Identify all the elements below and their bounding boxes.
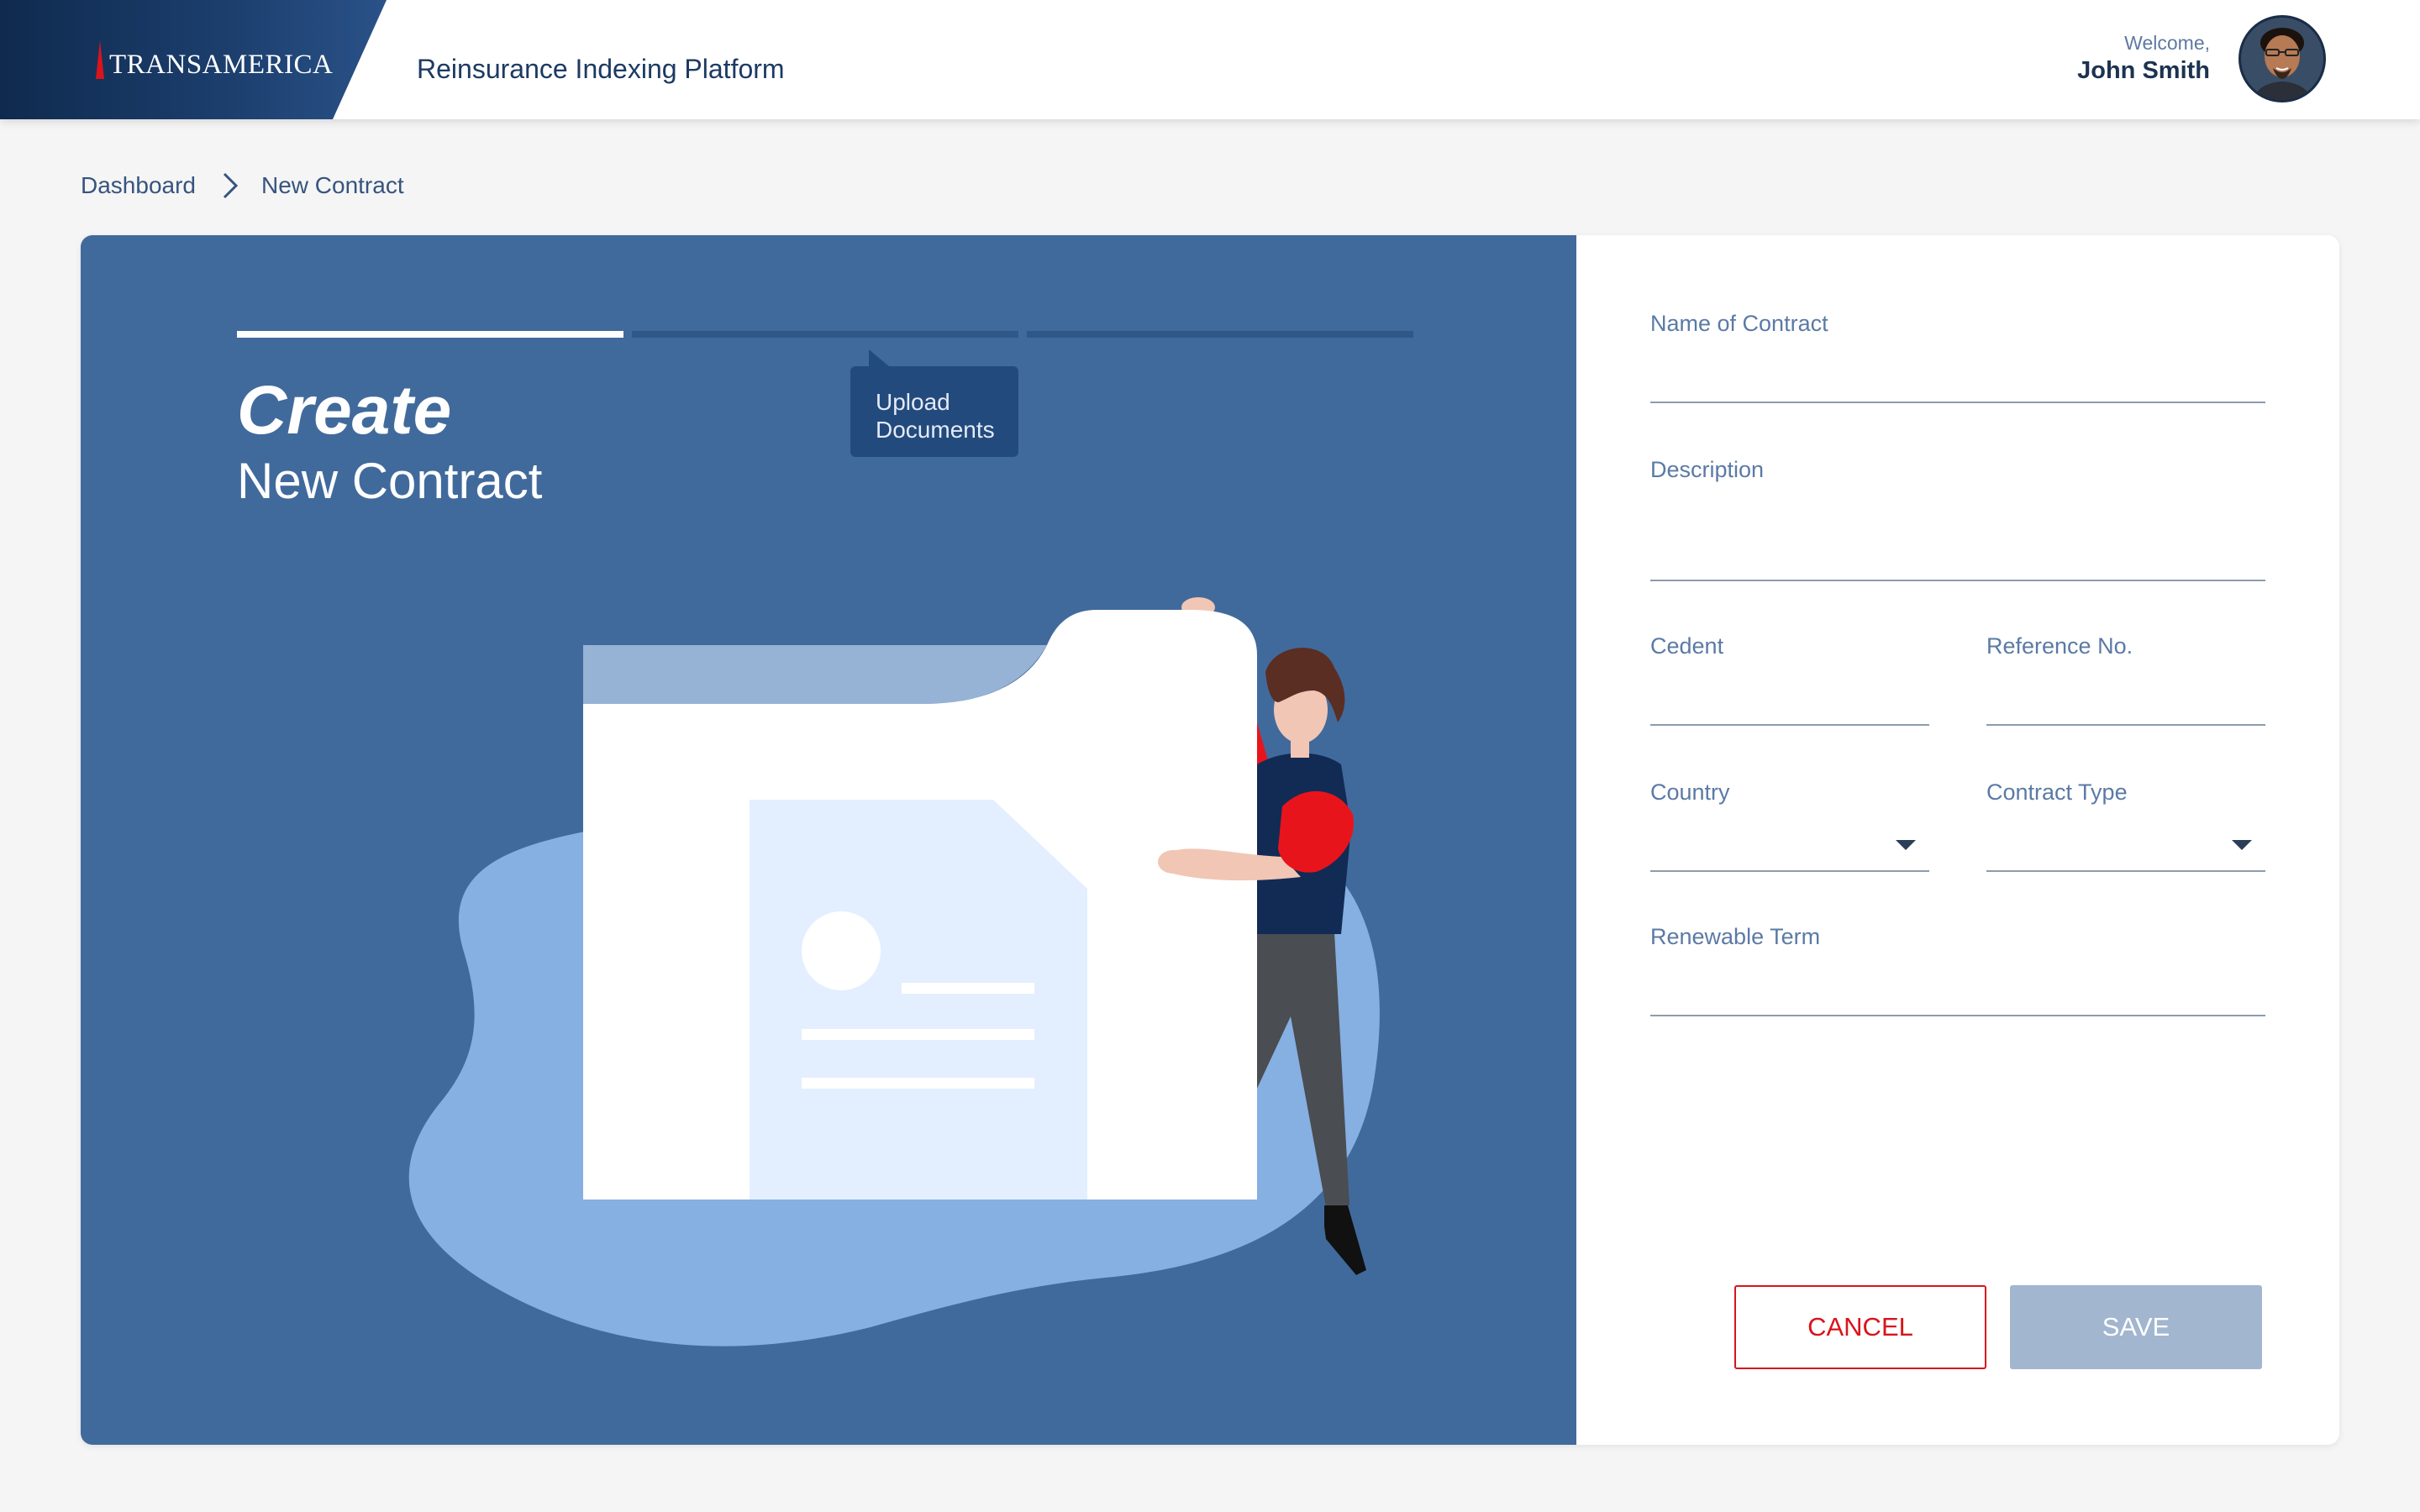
avatar[interactable] xyxy=(2238,15,2326,102)
contract-type-select[interactable]: Contract Type xyxy=(1986,780,2265,874)
description-field: Description xyxy=(1650,457,2265,583)
renewable-term-label: Renewable Term xyxy=(1650,924,1821,949)
user-greeting: Welcome, John Smith xyxy=(2077,32,2210,85)
description-underline xyxy=(1650,580,2265,581)
contract-type-label: Contract Type xyxy=(1986,780,2128,805)
app-title: Reinsurance Indexing Platform xyxy=(417,54,785,84)
cedent-input[interactable] xyxy=(1650,679,1929,716)
breadcrumb-dashboard[interactable]: Dashboard xyxy=(81,172,196,199)
cedent-underline xyxy=(1650,724,1929,726)
save-button[interactable]: SAVE xyxy=(2010,1285,2262,1369)
country-underline xyxy=(1650,870,1929,872)
pyramid-spire-icon xyxy=(96,40,104,79)
contract-form: Name of Contract Description Cedent Refe… xyxy=(1576,235,2339,1445)
country-value[interactable] xyxy=(1650,825,1929,862)
reference-no-underline xyxy=(1986,724,2265,726)
breadcrumb: Dashboard New Contract xyxy=(81,171,404,200)
wizard-panel: Upload Documents Create New Contract xyxy=(81,235,1576,1445)
transamerica-logo[interactable]: TRANSAMERICA xyxy=(94,40,333,79)
renewable-term-field: Renewable Term xyxy=(1650,924,2265,1018)
user-photo-icon xyxy=(2241,18,2323,100)
app-header: TRANSAMERICA Reinsurance Indexing Platfo… xyxy=(0,0,2420,119)
breadcrumb-new-contract[interactable]: New Contract xyxy=(261,172,404,199)
welcome-label: Welcome, xyxy=(2124,32,2210,54)
cancel-button[interactable]: CANCEL xyxy=(1734,1285,1986,1369)
name-of-contract-field: Name of Contract xyxy=(1650,311,2265,405)
upload-folder-illustration xyxy=(408,597,1380,1347)
reference-no-label: Reference No. xyxy=(1986,633,2133,659)
user-name[interactable]: John Smith xyxy=(2077,57,2210,85)
logo-text: TRANSAMERICA xyxy=(109,50,334,80)
reference-no-field: Reference No. xyxy=(1986,633,2265,727)
renewable-term-input[interactable] xyxy=(1650,969,2265,1006)
contract-type-underline xyxy=(1986,870,2265,872)
renewable-term-underline xyxy=(1650,1015,2265,1016)
cedent-label: Cedent xyxy=(1650,633,1724,659)
country-label: Country xyxy=(1650,780,1730,805)
country-select[interactable]: Country xyxy=(1650,780,1929,874)
chevron-right-icon xyxy=(223,172,239,199)
name-of-contract-input[interactable] xyxy=(1650,356,2265,393)
name-of-contract-underline xyxy=(1650,402,2265,403)
description-input[interactable] xyxy=(1650,533,2265,570)
chevron-down-icon[interactable] xyxy=(1896,840,1916,850)
name-of-contract-label: Name of Contract xyxy=(1650,311,1828,336)
cedent-field: Cedent xyxy=(1650,633,1929,727)
chevron-down-icon[interactable] xyxy=(2232,840,2252,850)
reference-no-input[interactable] xyxy=(1986,679,2265,716)
contract-card: Upload Documents Create New Contract Nam… xyxy=(81,235,2339,1445)
description-label: Description xyxy=(1650,457,1765,482)
contract-type-value[interactable] xyxy=(1986,825,2265,862)
